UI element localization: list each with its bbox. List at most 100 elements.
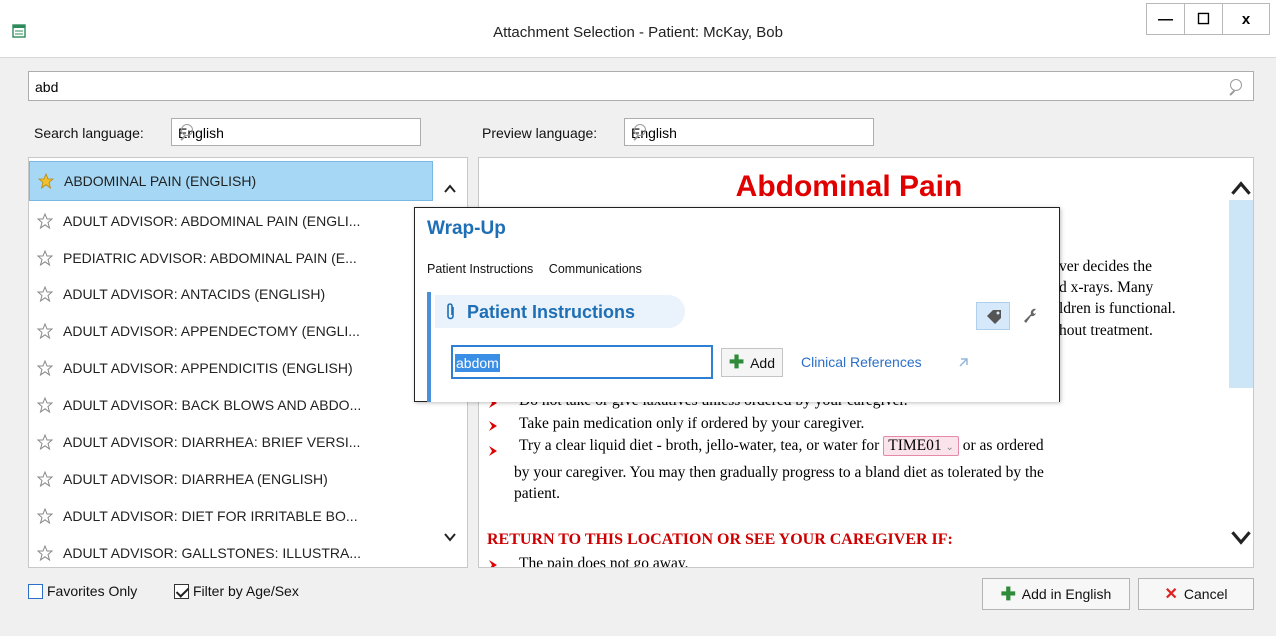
minimize-icon: —: [1158, 10, 1173, 28]
bullet-arrow-icon: [489, 421, 497, 431]
preview-bullet-text: Try a clear liquid diet - broth, jello-w…: [519, 437, 880, 454]
wrap-up-popup: Wrap-Up Patient Instructions Communicati…: [414, 207, 1060, 402]
patient-instructions-header: Patient Instructions: [435, 295, 685, 328]
tab-communications[interactable]: Communications: [549, 262, 642, 276]
title-bar: Attachment Selection - Patient: McKay, B…: [0, 0, 1276, 58]
cancel-label: Cancel: [1183, 586, 1228, 602]
close-button[interactable]: x: [1223, 4, 1269, 34]
preview-bullet: The pain does not go away.: [519, 555, 689, 568]
patient-instructions-title: Patient Instructions: [467, 302, 636, 322]
preview-text-line: hout treatment.: [1059, 322, 1153, 339]
tab-patient-instructions[interactable]: Patient Instructions: [427, 262, 533, 276]
favorite-star-icon[interactable]: [37, 213, 53, 229]
preview-text-line: d x-rays. Many: [1059, 279, 1154, 296]
preview-scrollbar[interactable]: [1227, 158, 1253, 567]
preview-section-heading: RETURN TO THIS LOCATION OR SEE YOUR CARE…: [487, 531, 953, 548]
list-item[interactable]: ADULT ADVISOR: DIARRHEA: BRIEF VERSI...: [29, 422, 433, 462]
wrench-icon[interactable]: [1021, 306, 1039, 324]
window-title: Attachment Selection - Patient: McKay, B…: [493, 24, 783, 41]
add-instruction-button[interactable]: ✚ Add: [721, 348, 783, 377]
plus-icon: ✚: [728, 352, 745, 372]
add-in-english-button[interactable]: ✚ Add in English: [982, 578, 1130, 610]
scroll-down-icon[interactable]: [1231, 528, 1251, 548]
preview-language-field[interactable]: English: [624, 118, 874, 146]
tag-icon: [987, 310, 1001, 324]
preview-bullet: Try a clear liquid diet - broth, jello-w…: [519, 436, 1044, 456]
preview-title: Abdominal Pain: [735, 170, 963, 203]
preview-language-search-icon[interactable]: [631, 124, 647, 140]
scroll-up-icon[interactable]: [443, 182, 457, 196]
plus-icon: ✚: [1000, 583, 1016, 604]
window-controls: — ☐ x: [1146, 3, 1270, 35]
filter-age-sex-label: Filter by Age/Sex: [193, 583, 299, 599]
tag-button[interactable]: [976, 302, 1010, 330]
preview-text-line: by your caregiver. You may then graduall…: [514, 464, 1044, 481]
list-item-label: PEDIATRIC ADVISOR: ABDOMINAL PAIN (E...: [63, 250, 357, 266]
favorites-only-box[interactable]: [28, 583, 43, 599]
list-item-label: ADULT ADVISOR: DIARRHEA: BRIEF VERSI...: [63, 434, 361, 450]
bullet-arrow-icon: [489, 446, 497, 456]
list-item-label: ADULT ADVISOR: ABDOMINAL PAIN (ENGLI...: [63, 213, 361, 229]
favorite-star-icon[interactable]: [37, 434, 53, 450]
preview-language-label: Preview language:: [482, 125, 598, 141]
list-item[interactable]: ADULT ADVISOR: BACK BLOWS AND ABDO...: [29, 385, 433, 425]
list-item-label: ADULT ADVISOR: GALLSTONES: ILLUSTRA...: [63, 545, 361, 561]
list-item[interactable]: ADULT ADVISOR: GALLSTONES: ILLUSTRA...: [29, 533, 433, 567]
list-item-label: ADULT ADVISOR: ANTACIDS (ENGLISH): [63, 286, 326, 302]
scroll-down-icon[interactable]: [443, 530, 457, 544]
list-item[interactable]: ADULT ADVISOR: DIET FOR IRRITABLE BO...: [29, 496, 433, 536]
search-language-field[interactable]: English: [171, 118, 421, 146]
list-item[interactable]: ADULT ADVISOR: ABDOMINAL PAIN (ENGLI...: [29, 201, 433, 241]
clinical-references-link[interactable]: Clinical References: [801, 354, 922, 370]
favorite-star-icon[interactable]: [37, 397, 53, 413]
preview-text-line: ldren is functional.: [1059, 300, 1176, 317]
maximize-button[interactable]: ☐: [1185, 4, 1223, 34]
list-item[interactable]: ADULT ADVISOR: APPENDECTOMY (ENGLI...: [29, 311, 433, 351]
list-item-label: ADULT ADVISOR: APPENDECTOMY (ENGLI...: [63, 323, 360, 339]
preview-bullet: Take pain medication only if ordered by …: [519, 415, 865, 432]
search-input[interactable]: abd: [28, 71, 1254, 101]
search-value: abd: [35, 79, 59, 95]
preview-bullet-text: or as ordered: [962, 437, 1044, 454]
close-icon: ✕: [1164, 586, 1178, 603]
favorite-star-icon[interactable]: [37, 286, 53, 302]
favorite-star-icon[interactable]: [37, 250, 53, 266]
list-item-label: ADULT ADVISOR: DIARRHEA (ENGLISH): [63, 471, 328, 487]
patient-instructions-search-value: abdom: [455, 354, 500, 372]
bullet-arrow-icon: [489, 560, 497, 567]
add-in-english-label: Add in English: [1021, 586, 1112, 602]
list-item[interactable]: PEDIATRIC ADVISOR: ABDOMINAL PAIN (E...: [29, 238, 433, 278]
filter-age-sex-box[interactable]: [174, 583, 189, 599]
favorite-star-icon[interactable]: [37, 508, 53, 524]
time-field-tag[interactable]: TIME01 ⌄: [883, 436, 959, 456]
search-icon[interactable]: [1227, 79, 1243, 95]
patient-instructions-panel: Patient Instructions abdom ✚ Add Clinica…: [427, 292, 1059, 402]
external-link-icon[interactable]: [958, 358, 968, 368]
cancel-button[interactable]: ✕ Cancel: [1138, 578, 1254, 610]
scroll-up-icon[interactable]: [1231, 178, 1251, 198]
minimize-button[interactable]: —: [1147, 4, 1185, 34]
list-item[interactable]: ADULT ADVISOR: DIARRHEA (ENGLISH): [29, 459, 433, 499]
filter-age-sex-checkbox[interactable]: Filter by Age/Sex: [174, 583, 299, 599]
search-language-search-icon[interactable]: [178, 124, 194, 140]
favorite-star-icon[interactable]: [37, 323, 53, 339]
time-field-value: TIME01: [888, 437, 942, 454]
list-item-label: ABDOMINAL PAIN (ENGLISH): [64, 173, 257, 189]
wrap-up-title: Wrap-Up: [427, 218, 506, 239]
list-item-label: ADULT ADVISOR: APPENDICITIS (ENGLISH): [63, 360, 353, 376]
add-instruction-label: Add: [750, 354, 775, 371]
preview-scroll-thumb[interactable]: [1229, 200, 1253, 388]
list-item-label: ADULT ADVISOR: BACK BLOWS AND ABDO...: [63, 397, 362, 413]
favorite-star-icon[interactable]: [37, 471, 53, 487]
attachment-list[interactable]: ABDOMINAL PAIN (ENGLISH) ADULT ADVISOR: …: [28, 157, 468, 568]
favorites-only-label: Favorites Only: [47, 583, 138, 599]
favorite-star-icon[interactable]: [37, 360, 53, 376]
favorites-only-checkbox[interactable]: Favorites Only: [28, 583, 137, 599]
favorite-star-icon[interactable]: [37, 545, 53, 561]
list-item[interactable]: ADULT ADVISOR: APPENDICITIS (ENGLISH): [29, 348, 433, 388]
patient-instructions-search-input[interactable]: abdom: [451, 345, 713, 379]
list-item[interactable]: ADULT ADVISOR: ANTACIDS (ENGLISH): [29, 274, 433, 314]
list-item[interactable]: ABDOMINAL PAIN (ENGLISH): [29, 161, 433, 201]
favorite-star-filled-icon[interactable]: [38, 173, 54, 189]
search-language-label: Search language:: [34, 125, 144, 141]
